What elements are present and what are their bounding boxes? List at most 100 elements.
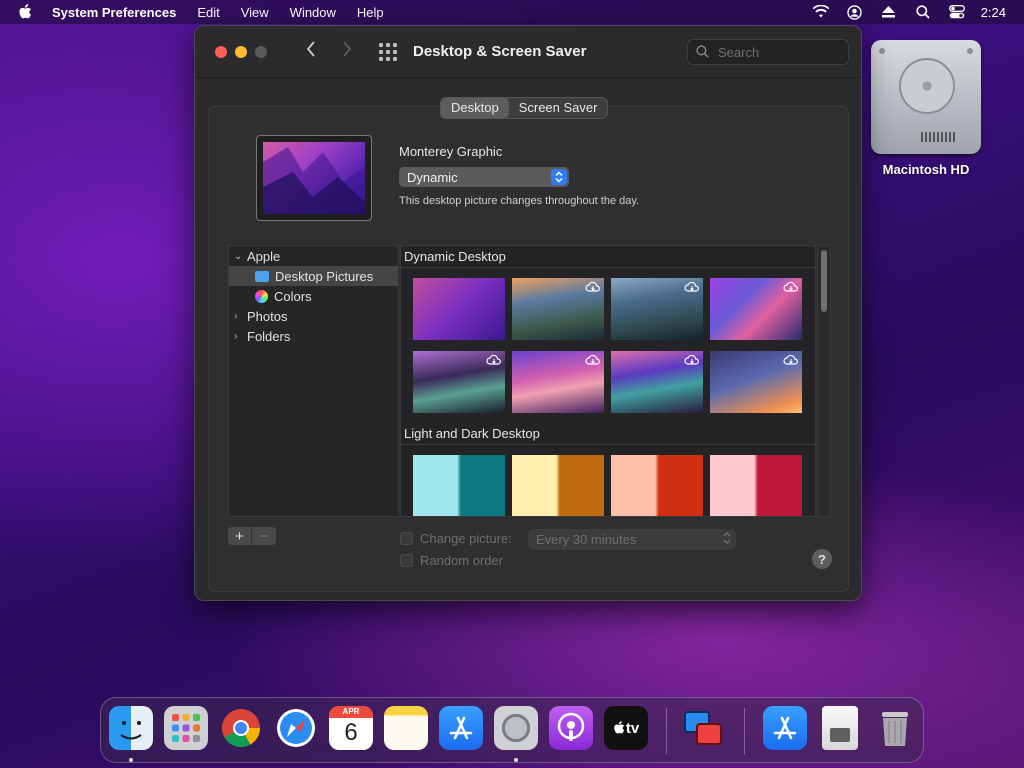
random-order-label: Random order: [420, 553, 504, 568]
menu-clock[interactable]: 2:24: [981, 5, 1006, 20]
chevron-down-icon[interactable]: ⌄: [234, 251, 244, 262]
control-center-icon[interactable]: [948, 4, 965, 20]
apple-menu-icon[interactable]: [18, 4, 36, 20]
chevron-right-icon[interactable]: ›: [234, 311, 244, 322]
calendar-month: APR: [329, 706, 373, 718]
forward-chevron-icon[interactable]: [337, 40, 357, 63]
tab-desktop[interactable]: Desktop: [441, 98, 509, 118]
sidebar-item-desktop-pictures[interactable]: Desktop Pictures: [229, 266, 398, 286]
wallpaper-thumbnail[interactable]: [710, 351, 802, 413]
picture-name: Monterey Graphic: [399, 144, 503, 159]
window-titlebar[interactable]: Desktop & Screen Saver: [195, 26, 861, 78]
tab-screen-saver[interactable]: Screen Saver: [509, 98, 608, 118]
change-picture-checkbox[interactable]: [400, 532, 413, 545]
running-indicator: [129, 758, 133, 762]
remove-folder-button[interactable]: −: [252, 527, 276, 545]
menu-window[interactable]: Window: [290, 5, 336, 20]
cloud-download-icon: [783, 281, 798, 292]
section-header-light-dark: Light and Dark Desktop: [401, 423, 815, 445]
menu-view[interactable]: View: [241, 5, 269, 20]
cloud-download-icon: [684, 281, 699, 292]
user-account-icon[interactable]: [847, 4, 863, 20]
light-dark-thumbnails: [401, 445, 815, 516]
zoom-window-button[interactable]: [255, 45, 267, 58]
source-list: ⌄ Apple Desktop Pictures Colors › Photos…: [228, 245, 399, 517]
sidebar-group-apple[interactable]: ⌄ Apple: [229, 246, 398, 266]
search-input[interactable]: [718, 44, 838, 60]
preview-document-icon[interactable]: [822, 706, 858, 750]
appearance-mode-select[interactable]: Dynamic: [399, 167, 569, 187]
calendar-day: 6: [344, 719, 358, 746]
trash-icon[interactable]: [873, 706, 917, 750]
search-icon: [696, 45, 710, 59]
podcasts-icon[interactable]: [549, 706, 593, 750]
safari-icon[interactable]: [274, 706, 318, 750]
close-window-button[interactable]: [215, 45, 227, 58]
wallpaper-thumbnail[interactable]: [413, 455, 505, 516]
gallery-scrollbar[interactable]: [817, 245, 831, 517]
desktop-macintosh-hd[interactable]: Macintosh HD: [868, 40, 984, 177]
remote-desktop-icon[interactable]: [681, 706, 725, 750]
add-folder-button[interactable]: +: [228, 527, 252, 545]
wallpaper-thumbnail[interactable]: [512, 351, 604, 413]
app-store-icon[interactable]: [439, 706, 483, 750]
wallpaper-thumbnail[interactable]: [512, 455, 604, 516]
preferences-window: Desktop & Screen Saver Desktop Screen Sa…: [194, 25, 862, 601]
scrollbar-thumb[interactable]: [821, 250, 827, 312]
calendar-icon[interactable]: APR 6: [329, 706, 373, 750]
mode-description: This desktop picture changes throughout …: [399, 195, 640, 207]
pane-content: Desktop Screen Saver Monterey Graphic Dy…: [208, 97, 849, 592]
menu-help[interactable]: Help: [357, 5, 384, 20]
change-interval-value: Every 30 minutes: [536, 532, 637, 547]
sidebar-item-colors[interactable]: Colors: [229, 286, 398, 306]
back-chevron-icon[interactable]: [301, 40, 321, 63]
notes-icon[interactable]: [384, 706, 428, 750]
section-header-dynamic: Dynamic Desktop: [401, 246, 815, 268]
wallpaper-thumbnail[interactable]: [413, 278, 505, 340]
cloud-download-icon: [486, 354, 501, 365]
search-field[interactable]: [687, 39, 849, 65]
menu-bar: System Preferences Edit View Window Help…: [0, 0, 1024, 24]
add-remove-controls: + −: [228, 527, 276, 545]
minimize-window-button[interactable]: [235, 45, 247, 58]
wallpaper-thumbnail[interactable]: [611, 278, 703, 340]
show-all-grid-icon[interactable]: [379, 42, 397, 61]
window-title: Desktop & Screen Saver: [413, 43, 587, 60]
cloud-download-icon: [783, 354, 798, 365]
appearance-mode-value: Dynamic: [407, 169, 458, 185]
wifi-icon[interactable]: [812, 4, 829, 20]
eject-icon[interactable]: [881, 4, 897, 20]
spotlight-search-icon[interactable]: [915, 4, 931, 20]
apple-tv-label: tv: [625, 719, 640, 737]
chrome-icon[interactable]: [219, 706, 263, 750]
wallpaper-thumbnail[interactable]: [512, 278, 604, 340]
app-store-folder-icon[interactable]: [763, 706, 807, 750]
running-indicator: [514, 758, 518, 762]
cloud-download-icon: [585, 281, 600, 292]
desktop-icon-label: Macintosh HD: [882, 162, 970, 177]
select-arrows-icon: [723, 531, 731, 548]
wallpaper-thumbnail[interactable]: [611, 455, 703, 516]
launchpad-icon[interactable]: [164, 706, 208, 750]
wallpaper-thumbnail[interactable]: [710, 455, 802, 516]
folder-icon: [255, 270, 269, 282]
help-button[interactable]: ?: [812, 549, 832, 569]
change-interval-select[interactable]: Every 30 minutes: [528, 529, 736, 550]
menu-app-name[interactable]: System Preferences: [52, 5, 176, 20]
menu-edit[interactable]: Edit: [197, 5, 219, 20]
change-picture-option: Change picture:: [400, 531, 512, 546]
sidebar-group-photos[interactable]: › Photos: [229, 306, 398, 326]
random-order-checkbox[interactable]: [400, 554, 413, 567]
chevron-right-icon[interactable]: ›: [234, 331, 244, 342]
wallpaper-thumbnail[interactable]: [611, 351, 703, 413]
system-preferences-icon[interactable]: [494, 706, 538, 750]
dock-separator: [744, 708, 745, 754]
dynamic-thumbnails: [401, 268, 815, 423]
color-wheel-icon: [255, 289, 268, 303]
random-order-option: Random order: [400, 553, 503, 568]
apple-tv-icon[interactable]: tv: [604, 706, 648, 750]
sidebar-group-folders[interactable]: › Folders: [229, 326, 398, 346]
wallpaper-thumbnail[interactable]: [413, 351, 505, 413]
wallpaper-thumbnail[interactable]: [710, 278, 802, 340]
finder-icon[interactable]: [109, 706, 153, 750]
